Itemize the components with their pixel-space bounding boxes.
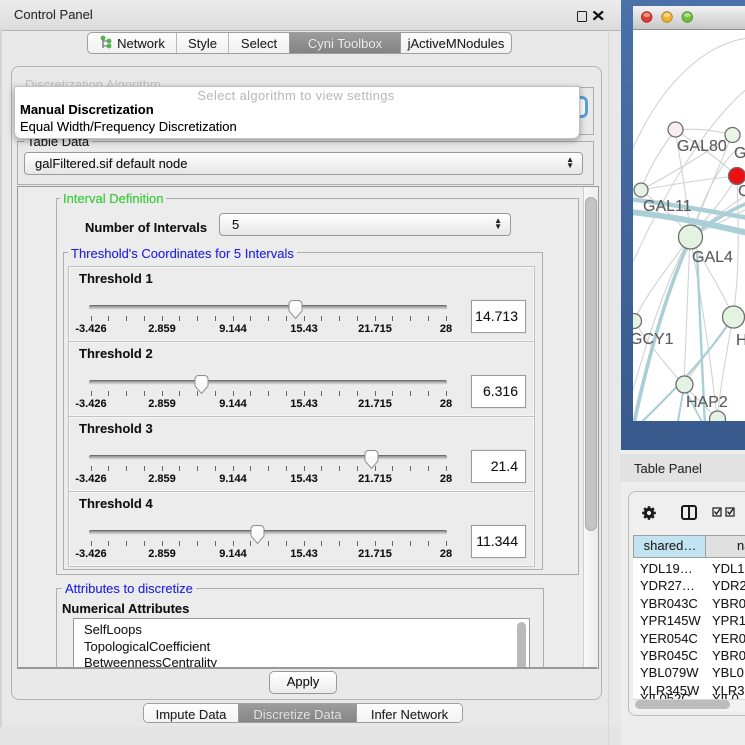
svg-text:GAL4: GAL4 — [692, 249, 733, 266]
svg-text:GCY1: GCY1 — [633, 331, 674, 348]
svg-text:HAP2: HAP2 — [686, 394, 728, 411]
svg-text:H: H — [736, 332, 745, 349]
svg-text:GAL80: GAL80 — [677, 138, 727, 155]
svg-text:GAL11: GAL11 — [643, 198, 692, 215]
svg-text:C: C — [738, 183, 745, 200]
svg-text:GA: GA — [734, 145, 745, 162]
